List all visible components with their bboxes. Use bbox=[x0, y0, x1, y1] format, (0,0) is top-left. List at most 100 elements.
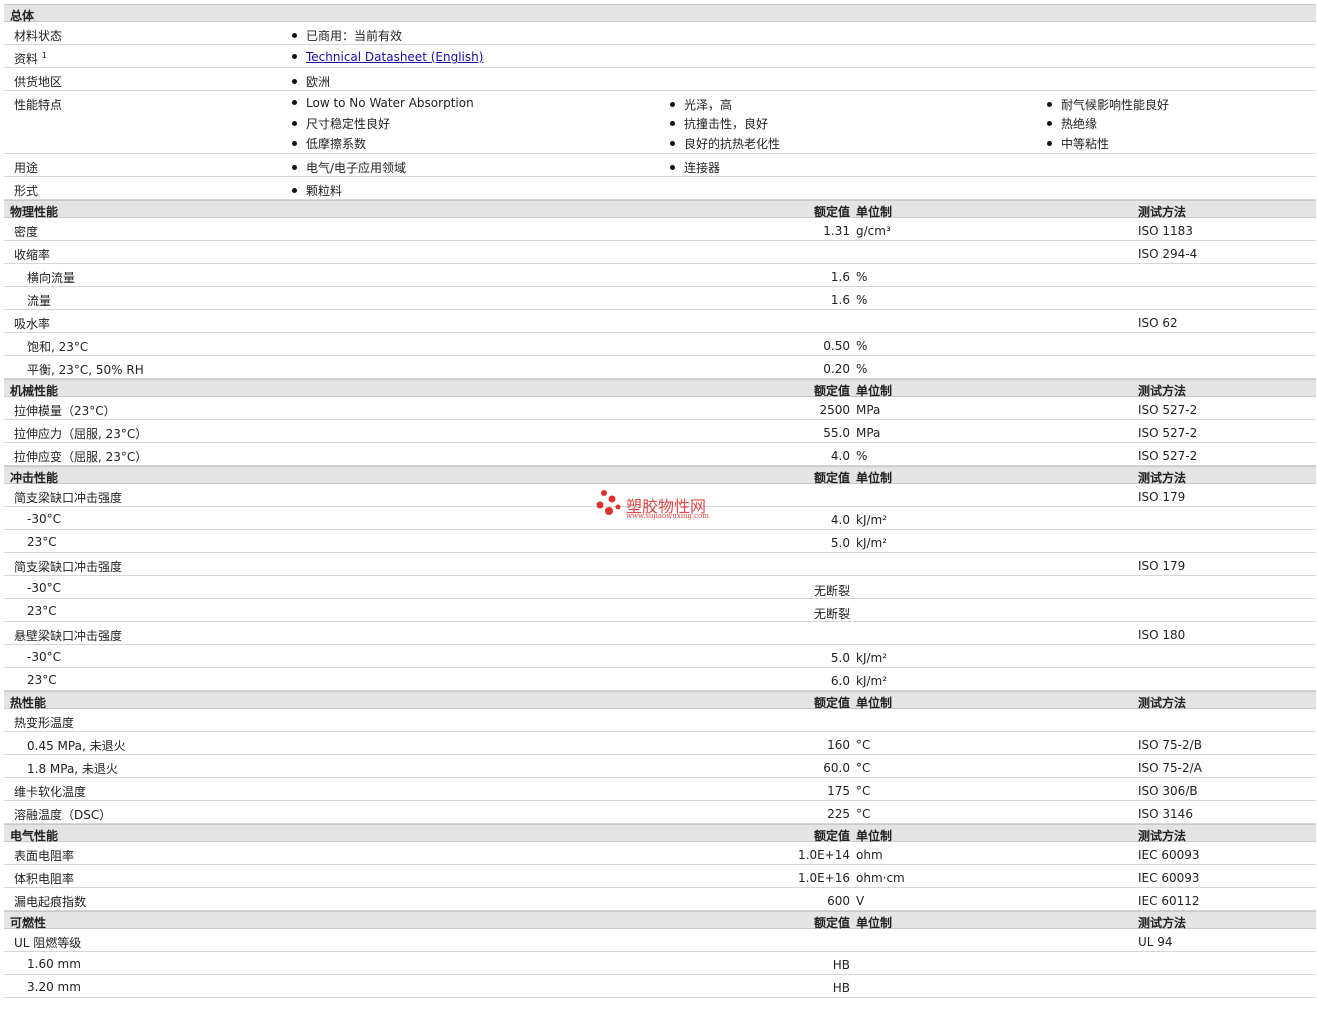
bullet-item: 已商用：当前有效 bbox=[292, 27, 402, 44]
property-label: 吸水率 bbox=[14, 317, 51, 331]
property-value: 55.0 bbox=[823, 426, 850, 440]
property-label: -30°C bbox=[27, 512, 61, 526]
property-row: 吸水率 ISO 62 bbox=[4, 310, 1316, 333]
property-row: 悬壁梁缺口冲击强度 ISO 180 bbox=[4, 622, 1316, 645]
property-value: 无断裂 bbox=[813, 584, 850, 598]
bullet-item: 抗撞击性，良好 bbox=[670, 115, 768, 132]
property-label: 维卡软化温度 bbox=[14, 785, 87, 799]
property-label: 3.20 mm bbox=[27, 980, 81, 994]
property-value: 225 bbox=[827, 807, 850, 821]
section-header: 机械性能 额定值 单位制 测试方法 bbox=[4, 379, 1316, 398]
property-label: 流量 bbox=[27, 294, 52, 308]
property-label: 体积电阻率 bbox=[14, 872, 75, 886]
row-label: 用途 bbox=[14, 161, 39, 175]
property-method: IEC 60093 bbox=[1138, 848, 1200, 862]
bullet-item: 热绝缘 bbox=[1047, 115, 1097, 132]
property-label: 平衡, 23°C, 50% RH bbox=[27, 363, 144, 377]
property-row: 1.8 MPa, 未退火 60.0 °C ISO 75-2/A bbox=[4, 755, 1316, 778]
property-unit: °C bbox=[856, 738, 871, 752]
bullet-item: 欧洲 bbox=[292, 73, 330, 90]
property-unit: % bbox=[856, 362, 868, 376]
bullet-item: 光泽，高 bbox=[670, 96, 732, 113]
property-label: 饱和, 23°C bbox=[27, 340, 89, 354]
property-value: 5.0 bbox=[830, 651, 850, 665]
bullet-item: 低摩擦系数 bbox=[292, 135, 366, 152]
property-value: 1.6 bbox=[830, 293, 850, 307]
bullet-icon bbox=[1047, 102, 1052, 107]
property-label: 简支梁缺口冲击强度 bbox=[14, 560, 123, 574]
property-method: ISO 294-4 bbox=[1138, 247, 1198, 261]
property-value: 1.0E+14 bbox=[798, 848, 850, 862]
bullet-icon bbox=[292, 141, 297, 146]
property-row: 拉伸模量（23°C） 2500 MPa ISO 527-2 bbox=[4, 397, 1316, 420]
property-unit: kJ/m² bbox=[856, 513, 888, 527]
section-header: 电气性能 额定值 单位制 测试方法 bbox=[4, 824, 1316, 843]
row-uses: 用途 电气/电子应用领域 连接器 bbox=[4, 154, 1316, 177]
property-value: HB bbox=[832, 958, 850, 972]
property-row: UL 阻燃等级 UL 94 bbox=[4, 929, 1316, 952]
bullet-item: 尺寸稳定性良好 bbox=[292, 115, 390, 132]
property-unit: °C bbox=[856, 784, 871, 798]
property-unit: g/cm³ bbox=[856, 224, 891, 238]
property-unit: % bbox=[856, 293, 868, 307]
row-features: 性能特点 Low to No Water Absorption 尺寸稳定性良好 … bbox=[4, 91, 1316, 154]
property-row: 3.20 mm HB bbox=[4, 975, 1316, 998]
property-unit: % bbox=[856, 270, 868, 284]
property-method: ISO 180 bbox=[1138, 628, 1186, 642]
property-method: ISO 1183 bbox=[1138, 224, 1193, 238]
section-header: 热性能 额定值 单位制 测试方法 bbox=[4, 691, 1316, 710]
property-row: 0.45 MPa, 未退火 160 °C ISO 75-2/B bbox=[4, 732, 1316, 755]
bullet-icon bbox=[292, 121, 297, 126]
property-value: 160 bbox=[827, 738, 850, 752]
property-row: 简支梁缺口冲击强度 ISO 179 bbox=[4, 553, 1316, 576]
bullet-icon bbox=[670, 165, 675, 170]
property-label: 拉伸模量（23°C） bbox=[14, 404, 116, 418]
property-method: ISO 62 bbox=[1138, 316, 1178, 330]
section-general-header: 总体 bbox=[4, 4, 1316, 23]
bullet-item: 连接器 bbox=[670, 159, 720, 176]
property-row: 1.60 mm HB bbox=[4, 952, 1316, 975]
property-label: 1.8 MPa, 未退火 bbox=[27, 762, 118, 776]
property-value: 2500 bbox=[819, 403, 850, 417]
bullet-icon bbox=[292, 165, 297, 170]
property-unit: ohm·cm bbox=[856, 871, 905, 885]
property-row: 漏电起痕指数 600 V IEC 60112 bbox=[4, 888, 1316, 911]
row-region: 供货地区 欧洲 bbox=[4, 68, 1316, 91]
row-label: 资料 1 bbox=[14, 51, 47, 66]
property-value: 6.0 bbox=[830, 674, 850, 688]
property-row: 横向流量 1.6% bbox=[4, 264, 1316, 287]
bullet-icon bbox=[292, 188, 297, 193]
property-value: 0.20 bbox=[823, 362, 850, 376]
section-header: 可燃性 额定值 单位制 测试方法 bbox=[4, 911, 1316, 930]
property-row: -30°C 无断裂 bbox=[4, 576, 1316, 599]
property-label: 23°C bbox=[27, 604, 57, 618]
property-row: 拉伸应力（屈服, 23°C） 55.0 MPa ISO 527-2 bbox=[4, 420, 1316, 443]
property-method: ISO 3146 bbox=[1138, 807, 1193, 821]
bullet-item: 良好的抗热老化性 bbox=[670, 135, 780, 152]
bullet-item: 电气/电子应用领域 bbox=[292, 159, 406, 176]
property-method: ISO 527-2 bbox=[1138, 426, 1198, 440]
property-unit: kJ/m² bbox=[856, 674, 888, 688]
property-row: 收缩率 ISO 294-4 bbox=[4, 241, 1316, 264]
property-value: 1.0E+16 bbox=[798, 871, 850, 885]
property-label: 表面电阻率 bbox=[14, 849, 75, 863]
property-row: 溶融温度（DSC） 225 °C ISO 3146 bbox=[4, 801, 1316, 824]
property-label: UL 阻燃等级 bbox=[14, 936, 82, 950]
row-docs: 资料 1 Technical Datasheet (English) bbox=[4, 45, 1316, 68]
technical-datasheet-link[interactable]: Technical Datasheet (English) bbox=[306, 50, 483, 64]
property-method: UL 94 bbox=[1138, 935, 1173, 949]
property-unit: °C bbox=[856, 807, 871, 821]
property-label: 横向流量 bbox=[27, 271, 76, 285]
property-method: ISO 179 bbox=[1138, 559, 1186, 573]
bullet-icon bbox=[292, 79, 297, 84]
property-value: 175 bbox=[827, 784, 850, 798]
property-method: ISO 527-2 bbox=[1138, 403, 1198, 417]
property-value: 无断裂 bbox=[813, 607, 850, 621]
property-value: 1.31 bbox=[823, 224, 850, 238]
property-label: 0.45 MPa, 未退火 bbox=[27, 739, 126, 753]
property-value: 5.0 bbox=[830, 536, 850, 550]
watermark-url: www.sujiaowuxing.com bbox=[626, 512, 709, 520]
property-row: 23°C 无断裂 bbox=[4, 599, 1316, 622]
property-unit: V bbox=[856, 894, 865, 908]
property-method: ISO 179 bbox=[1138, 490, 1186, 504]
